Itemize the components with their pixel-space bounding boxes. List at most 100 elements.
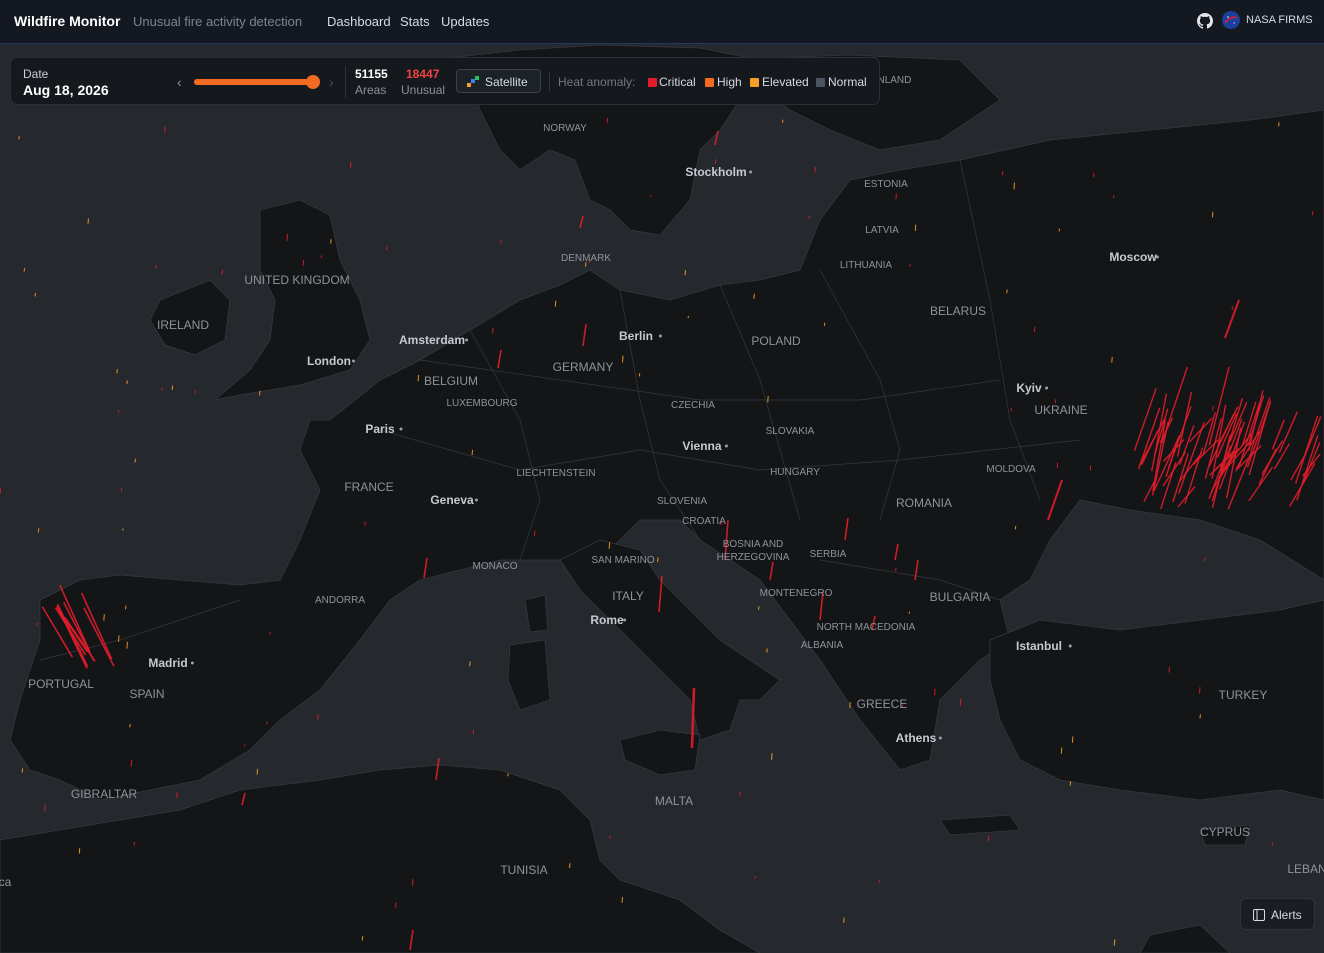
city-label: Rome — [590, 613, 624, 627]
map-canvas[interactable]: ICELANDNORWAYESTONIALATVIALITHUANIADENMA… — [0, 0, 1324, 953]
country-label: GIBRALTAR — [71, 787, 138, 801]
country-label: SAN MARINO — [591, 555, 655, 566]
fire-spike — [120, 487, 123, 492]
city-label: Stockholm — [685, 165, 746, 179]
city-label: Istanbul — [1016, 639, 1062, 653]
app-tagline: Unusual fire activity detection — [133, 14, 303, 29]
fire-spike — [126, 380, 128, 384]
fire-spike — [492, 327, 494, 334]
country-label: ANDORRA — [315, 595, 365, 606]
alerts-button[interactable]: Alerts — [1240, 898, 1315, 930]
country-label: CZECHIA — [671, 400, 715, 411]
fire-spike — [1071, 736, 1074, 743]
country-label: LIECHTENSTEIN — [517, 468, 596, 479]
fire-spike — [684, 269, 686, 276]
date-slider-thumb[interactable] — [306, 75, 321, 89]
fire-spike — [1231, 306, 1234, 310]
date-value: Aug 18, 2026 — [23, 82, 109, 98]
fire-spike — [1199, 714, 1201, 719]
city-label: Madrid — [148, 656, 187, 670]
fire-spike — [176, 792, 178, 798]
country-label: BOSNIA AND — [723, 539, 784, 550]
source-label[interactable]: NASA FIRMS — [1246, 14, 1313, 26]
legend-swatch-high — [705, 78, 714, 87]
nav-dashboard[interactable]: Dashboard — [327, 14, 391, 29]
country-label: TURKEY — [1219, 688, 1268, 702]
country-label: HERZEGOVINA — [717, 552, 790, 563]
panel-icon — [1253, 909, 1265, 921]
fire-spike — [302, 260, 305, 266]
fire-spike — [171, 385, 174, 391]
city-dot — [1045, 386, 1049, 390]
fire-spike — [266, 721, 268, 725]
fire-spike — [622, 355, 624, 363]
next-date-button[interactable]: › — [329, 74, 334, 90]
fire-spike — [934, 688, 936, 696]
date-slider[interactable] — [194, 75, 321, 89]
areas-count: 51155 — [355, 67, 388, 81]
country-label: LEBAN — [1287, 862, 1324, 876]
fire-spike — [417, 374, 420, 382]
fire-spike — [469, 661, 471, 667]
city-label: Paris — [365, 422, 395, 436]
fire-spike — [739, 791, 741, 797]
fire-spike — [823, 322, 826, 326]
fire-spike — [34, 292, 37, 297]
fire-spike — [1056, 462, 1059, 468]
previous-date-button[interactable]: ‹ — [177, 74, 182, 90]
country-label: BELARUS — [930, 304, 986, 318]
fire-spike — [1069, 781, 1072, 786]
fire-spike — [221, 269, 224, 275]
country-label: FRANCE — [344, 480, 393, 494]
country-label: LUXEMBOURG — [446, 398, 517, 409]
fire-spike — [1311, 210, 1314, 216]
city-label: Moscow — [1109, 250, 1157, 264]
country-label: IRELAND — [157, 318, 209, 332]
city-dot — [1068, 644, 1072, 648]
fire-spike — [606, 117, 609, 124]
fire-spike — [959, 698, 962, 706]
city-dot — [399, 427, 403, 431]
fire-spike — [808, 215, 810, 219]
unusual-caption: Unusual — [401, 83, 446, 97]
legend-swatch-elevated — [750, 78, 759, 87]
fire-spike — [471, 449, 474, 456]
fire-spike — [122, 528, 124, 531]
satellite-toggle-button[interactable]: Satellite — [456, 69, 541, 93]
fire-spike — [507, 773, 509, 777]
country-label: UKRAINE — [1034, 403, 1087, 417]
fire-spike — [569, 863, 571, 869]
country-label: CROATIA — [682, 516, 726, 527]
country-label: SLOVENIA — [657, 496, 707, 507]
fire-spike — [349, 162, 352, 169]
fire-spike — [758, 606, 760, 610]
fire-spike — [0, 488, 2, 494]
fire-spike — [1204, 557, 1206, 562]
fire-spike — [320, 255, 323, 259]
city-label: Amsterdam — [399, 333, 465, 347]
fire-spike — [1001, 171, 1004, 176]
fire-spike — [155, 264, 157, 269]
country-label: ESTONIA — [864, 179, 908, 190]
github-icon[interactable] — [1197, 13, 1213, 29]
fire-spike — [533, 530, 536, 537]
fire-spike — [781, 119, 784, 123]
nav-stats[interactable]: Stats — [400, 14, 430, 29]
fire-spike — [843, 917, 845, 923]
fire-spike — [1111, 357, 1113, 363]
country-label: MONACO — [473, 561, 518, 572]
fire-spike — [895, 567, 897, 572]
fire-spike — [849, 702, 851, 709]
fire-spike — [500, 239, 502, 244]
country-label: HUNGARY — [770, 467, 820, 478]
country-label: SLOVAKIA — [766, 426, 815, 437]
fire-spike — [361, 936, 364, 941]
fire-spike — [767, 395, 769, 403]
city-dot — [938, 736, 942, 740]
country-label: GERMANY — [553, 360, 614, 374]
alerts-label: Alerts — [1271, 908, 1302, 922]
fire-spike — [1013, 182, 1015, 190]
fire-spike — [256, 768, 259, 775]
fire-spike — [116, 369, 118, 374]
nav-updates[interactable]: Updates — [441, 14, 489, 29]
